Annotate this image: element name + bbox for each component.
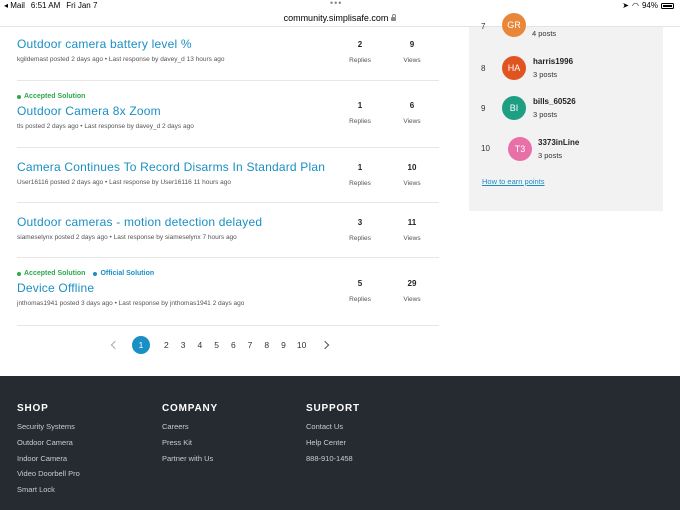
next-page-icon[interactable]	[321, 340, 330, 350]
leader-username[interactable]: bills_60526	[533, 97, 576, 106]
battery-icon	[661, 2, 674, 9]
multitasking-dots-icon[interactable]: •••	[330, 0, 342, 8]
views-count: 10 Views	[403, 163, 421, 187]
replies-count: 2 Replies	[349, 40, 371, 64]
leader-username[interactable]: 3373inLine	[538, 138, 579, 147]
lock-icon	[391, 14, 397, 21]
check-dot-icon	[17, 94, 21, 99]
footer-shop-column: SHOP Security Systems Outdoor Camera Ind…	[17, 403, 80, 498]
footer-link[interactable]: Contact Us	[306, 419, 360, 435]
footer-phone-link[interactable]: 888-910-1458	[306, 451, 360, 467]
leader-rank: 10	[481, 144, 490, 153]
page-link[interactable]: 7	[248, 340, 253, 350]
pagination: 1 2 3 4 5 6 7 8 9 10	[110, 336, 330, 354]
leaderboard-item[interactable]: 9 BI bills_60526 3 posts	[469, 95, 663, 125]
footer-link[interactable]: Video Doorbell Pro	[17, 466, 80, 482]
leaderboard-item[interactable]: 7 GR 4 posts	[469, 13, 663, 47]
status-date: Fri Jan 7	[66, 1, 98, 10]
page-link[interactable]: 4	[197, 340, 202, 350]
avatar[interactable]: GR	[502, 13, 526, 37]
replies-count: 5 Replies	[349, 279, 371, 303]
page-link[interactable]: 2	[164, 340, 169, 350]
wifi-icon: ◠	[632, 1, 639, 10]
footer-link[interactable]: Outdoor Camera	[17, 435, 80, 451]
check-dot-icon	[93, 271, 98, 276]
footer-heading: SUPPORT	[306, 403, 360, 414]
leader-rank: 8	[481, 64, 486, 73]
page-link[interactable]: 9	[281, 340, 286, 350]
footer-link[interactable]: Security Systems	[17, 419, 80, 435]
back-to-mail-link[interactable]: ◂ Mail	[4, 1, 25, 10]
footer-link[interactable]: Help Center	[306, 435, 360, 451]
page-current[interactable]: 1	[132, 336, 150, 354]
replies-count: 1 Replies	[349, 163, 371, 187]
footer-support-column: SUPPORT Contact Us Help Center 888-910-1…	[306, 403, 360, 466]
site-footer: SHOP Security Systems Outdoor Camera Ind…	[0, 376, 680, 510]
leader-rank: 9	[481, 104, 486, 113]
avatar[interactable]: HA	[502, 56, 526, 80]
footer-link[interactable]: Press Kit	[162, 435, 218, 451]
status-time: 6:51 AM	[30, 1, 61, 10]
footer-link[interactable]: Careers	[162, 419, 218, 435]
page-link[interactable]: 3	[181, 340, 186, 350]
page-link[interactable]: 8	[264, 340, 269, 350]
battery-percent: 94%	[641, 1, 658, 10]
footer-heading: SHOP	[17, 403, 49, 414]
leaderboard-panel: 7 GR 4 posts 8 HA harris1996 3 posts 9 B…	[469, 13, 663, 211]
views-count: 29 Views	[403, 279, 421, 303]
prev-page-icon[interactable]	[110, 340, 120, 350]
leader-posts: 4 posts	[532, 29, 557, 38]
avatar[interactable]: BI	[502, 96, 526, 120]
footer-link[interactable]: Partner with Us	[162, 451, 218, 467]
how-to-earn-points-link[interactable]: How to earn points	[482, 177, 545, 186]
url-text[interactable]: community.simplisafe.com	[284, 13, 389, 23]
footer-heading: COMPANY	[162, 403, 218, 414]
replies-count: 3 Replies	[349, 218, 371, 242]
avatar[interactable]: T3	[508, 137, 532, 161]
footer-link[interactable]: Indoor Camera	[17, 451, 80, 467]
views-count: 11 Views	[403, 218, 421, 242]
accepted-solution-badge: Accepted Solution	[17, 93, 85, 100]
accepted-solution-badge: Accepted Solution	[17, 270, 85, 277]
check-dot-icon	[17, 271, 21, 276]
official-solution-badge: Official Solution	[93, 270, 154, 277]
leaderboard-item[interactable]: 10 T3 3373inLine 3 posts	[469, 135, 663, 165]
page-link[interactable]: 6	[231, 340, 236, 350]
leader-rank: 7	[481, 22, 486, 31]
leader-username[interactable]: harris1996	[533, 57, 573, 66]
leaderboard-item[interactable]: 8 HA harris1996 3 posts	[469, 55, 663, 85]
page-link[interactable]: 10	[297, 340, 306, 350]
footer-link[interactable]: Smart Lock	[17, 482, 80, 498]
views-count: 9 Views	[403, 40, 421, 64]
location-icon: ➤	[622, 1, 629, 10]
replies-count: 1 Replies	[349, 101, 371, 125]
leader-posts: 3 posts	[533, 70, 558, 79]
leader-posts: 3 posts	[533, 110, 558, 119]
leader-posts: 3 posts	[538, 151, 563, 160]
views-count: 6 Views	[403, 101, 421, 125]
page-link[interactable]: 5	[214, 340, 219, 350]
footer-company-column: COMPANY Careers Press Kit Partner with U…	[162, 403, 218, 466]
